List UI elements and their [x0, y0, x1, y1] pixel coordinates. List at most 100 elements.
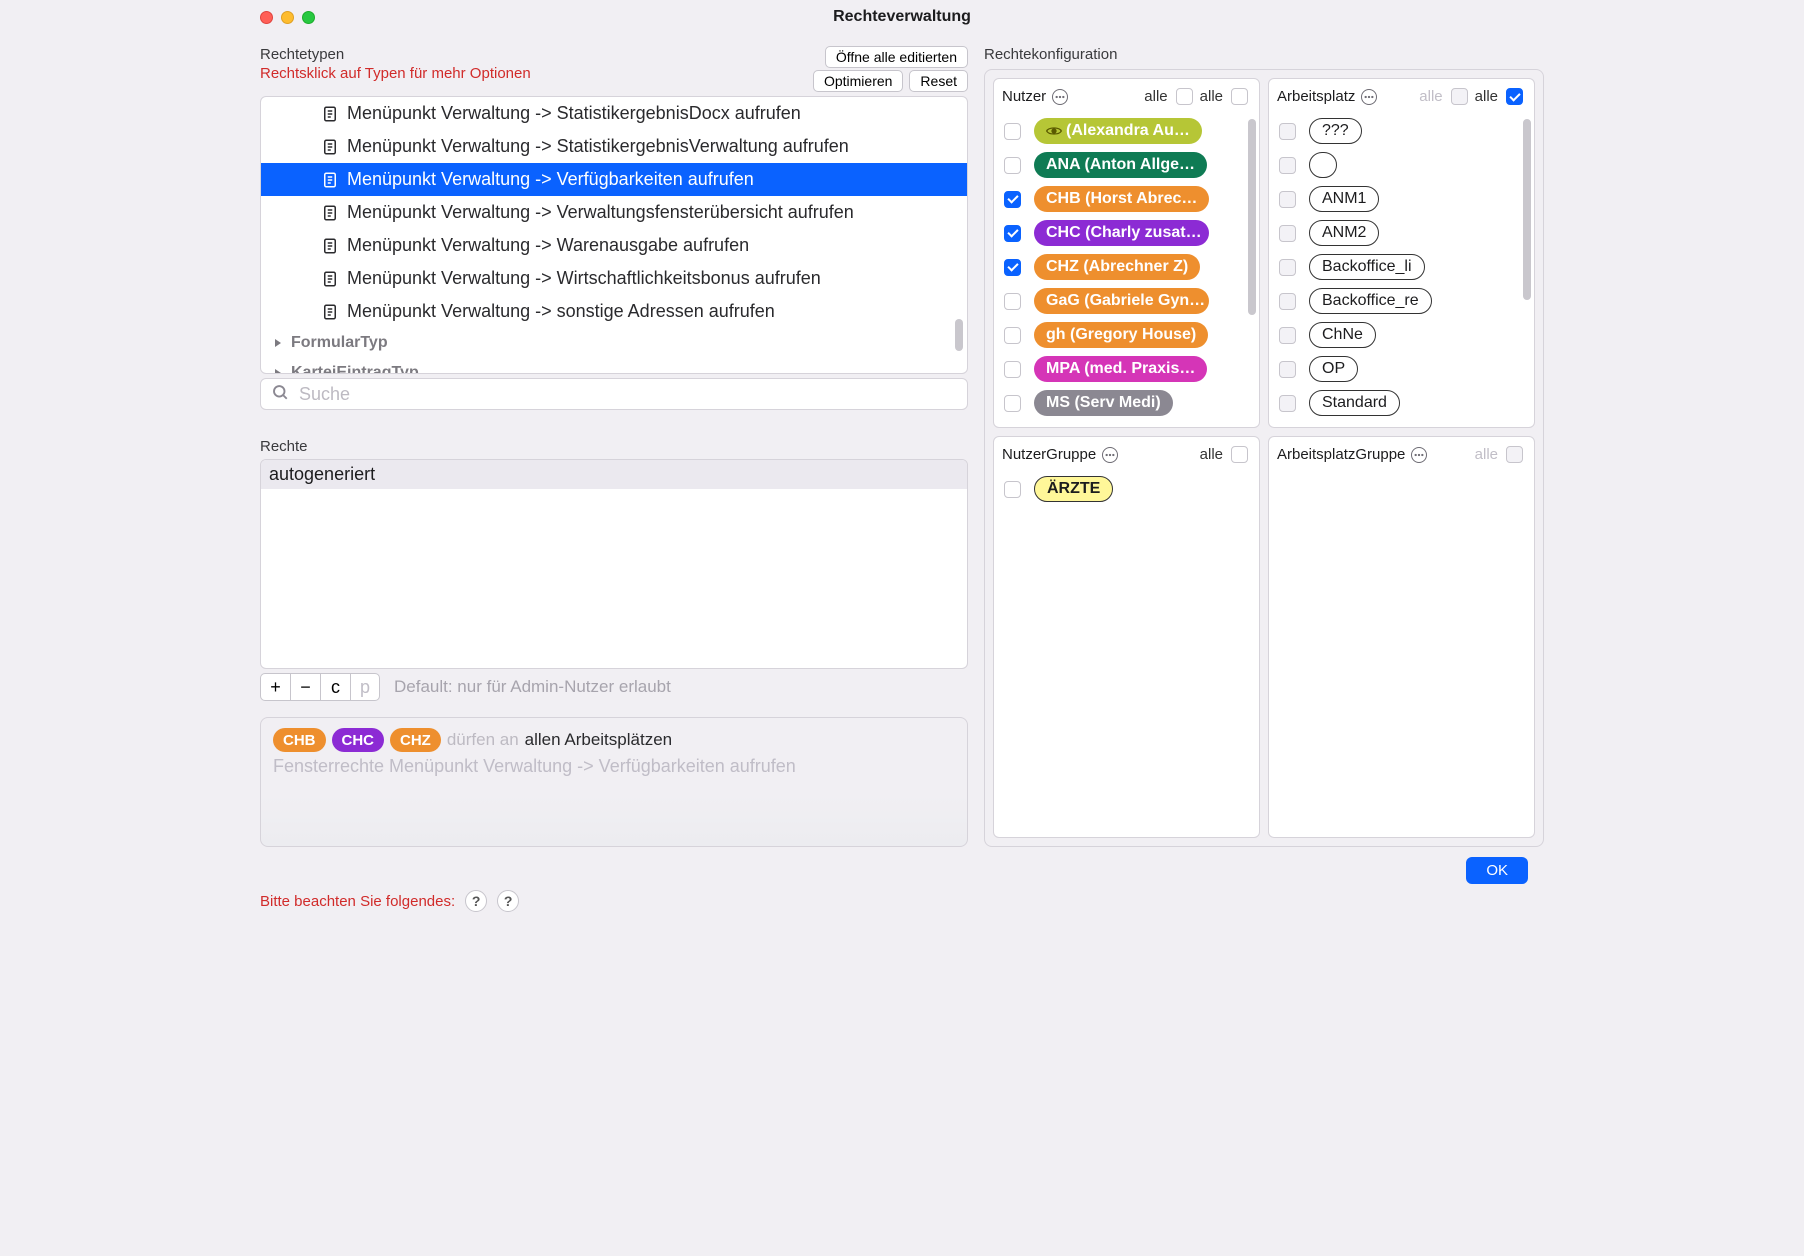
open-all-edited-button[interactable]: Öffne alle editierten: [825, 46, 968, 68]
tree-item[interactable]: Menüpunkt Verwaltung -> Statistikergebni…: [261, 97, 967, 130]
user-chip-label: GaG (Gabriele Gyn…: [1046, 292, 1205, 310]
item-checkbox[interactable]: [1004, 395, 1021, 412]
list-item[interactable]: ChNe: [1275, 318, 1528, 352]
workstation-all-checkbox-2[interactable]: [1506, 88, 1523, 105]
copy-right-button[interactable]: c: [320, 673, 350, 701]
list-item[interactable]: Backoffice_re: [1275, 284, 1528, 318]
eye-icon: [1046, 125, 1062, 137]
list-item[interactable]: Standard: [1275, 386, 1528, 420]
chevron-right-icon: [273, 338, 283, 348]
workstation-scrollbar[interactable]: [1523, 119, 1531, 421]
tree-item[interactable]: Menüpunkt Verwaltung -> Verwaltungsfenst…: [261, 196, 967, 229]
list-item[interactable]: gh (Gregory House): [1000, 318, 1253, 352]
list-item[interactable]: CHC (Charly zusat…: [1000, 216, 1253, 250]
list-item[interactable]: ÄRZTE: [1000, 472, 1253, 506]
reset-button[interactable]: Reset: [909, 70, 968, 92]
help-button-2[interactable]: ?: [497, 890, 519, 912]
document-icon: [321, 270, 339, 288]
item-checkbox[interactable]: [1004, 157, 1021, 174]
titlebar: Rechteverwaltung: [244, 0, 1560, 34]
tree-item[interactable]: Menüpunkt Verwaltung -> Wirtschaftlichke…: [261, 262, 967, 295]
tree-scrollbar[interactable]: [955, 103, 963, 367]
tree-item-label: Menüpunkt Verwaltung -> Statistikergebni…: [347, 136, 849, 157]
rights-label: Rechte: [260, 438, 968, 455]
rights-list[interactable]: autogeneriert: [260, 459, 968, 669]
tree-item[interactable]: Menüpunkt Verwaltung -> Verfügbarkeiten …: [261, 163, 967, 196]
item-checkbox[interactable]: [1004, 327, 1021, 344]
workstation-group-list[interactable]: [1269, 468, 1534, 837]
workstation-chip: ???: [1309, 118, 1362, 144]
user-group-list[interactable]: ÄRZTE: [994, 468, 1259, 837]
workstation-all-checkbox-1: [1451, 88, 1468, 105]
workstation-group-all-label: alle: [1475, 446, 1498, 463]
rights-types-label: Rechtetypen: [260, 46, 531, 63]
item-checkbox[interactable]: [1004, 481, 1021, 498]
user-all-checkbox-2[interactable]: [1231, 88, 1248, 105]
tree-group-label: FormularTyp: [291, 334, 388, 352]
item-checkbox[interactable]: [1004, 123, 1021, 140]
user-chip: MS (Serv Medi): [1034, 390, 1173, 416]
tree-item[interactable]: Menüpunkt Verwaltung -> sonstige Adresse…: [261, 295, 967, 328]
ok-button[interactable]: OK: [1466, 857, 1528, 884]
help-button-1[interactable]: ?: [465, 890, 487, 912]
search-input[interactable]: [297, 383, 957, 406]
more-icon[interactable]: [1361, 89, 1377, 105]
more-icon[interactable]: [1411, 447, 1427, 463]
item-checkbox[interactable]: [1004, 225, 1021, 242]
zoom-window-button[interactable]: [302, 11, 315, 24]
more-icon[interactable]: [1052, 89, 1068, 105]
tree-group[interactable]: FormularTyp: [261, 328, 967, 358]
item-checkbox[interactable]: [1004, 191, 1021, 208]
list-item[interactable]: ANM1: [1275, 182, 1528, 216]
user-scrollbar[interactable]: [1248, 119, 1256, 421]
more-icon[interactable]: [1102, 447, 1118, 463]
list-item[interactable]: CHZ (Abrechner Z): [1000, 250, 1253, 284]
list-item[interactable]: ANM2: [1275, 216, 1528, 250]
list-item[interactable]: Backoffice_li: [1275, 250, 1528, 284]
user-group-box-title: NutzerGruppe: [1002, 446, 1096, 463]
user-list[interactable]: (Alexandra Au… ANA (Anton Allge… CHB (Hors…: [994, 110, 1259, 427]
workstation-list[interactable]: ??? ANM1ANM2Backoffice_liBackoffice_reChN…: [1269, 110, 1534, 427]
tree-item-label: Menüpunkt Verwaltung -> Wirtschaftlichke…: [347, 268, 821, 289]
description-card: CHB CHC CHZ dürfen an allen Arbeitsplätz…: [260, 717, 968, 847]
optimize-button[interactable]: Optimieren: [813, 70, 903, 92]
list-item[interactable]: OP: [1275, 352, 1528, 386]
user-chip: CHZ: [390, 728, 441, 752]
item-checkbox[interactable]: [1004, 293, 1021, 310]
remove-right-button[interactable]: −: [290, 673, 320, 701]
tree-item[interactable]: Menüpunkt Verwaltung -> Statistikergebni…: [261, 130, 967, 163]
list-item[interactable]: MS (Serv Medi): [1000, 386, 1253, 420]
list-item[interactable]: ???: [1275, 114, 1528, 148]
list-item[interactable]: [1275, 148, 1528, 182]
tree-group[interactable]: KarteiEintragTyp: [261, 358, 967, 373]
add-right-button[interactable]: +: [260, 673, 290, 701]
workstation-group-all-checkbox: [1506, 446, 1523, 463]
footer: OK: [984, 847, 1544, 884]
paste-right-button[interactable]: p: [350, 673, 380, 701]
user-chip: ANA (Anton Allge…: [1034, 152, 1207, 178]
item-checkbox: [1279, 293, 1296, 310]
user-box-title: Nutzer: [1002, 88, 1046, 105]
item-checkbox: [1279, 395, 1296, 412]
list-item[interactable]: ANA (Anton Allge…: [1000, 148, 1253, 182]
user-chip-label: MPA (med. Praxis…: [1046, 360, 1195, 378]
item-checkbox[interactable]: [1004, 259, 1021, 276]
list-item[interactable]: GaG (Gabriele Gyn…: [1000, 284, 1253, 318]
list-item[interactable]: (Alexandra Au…: [1000, 114, 1253, 148]
workstation-group-box: ArbeitsplatzGruppe alle: [1268, 436, 1535, 838]
list-item[interactable]: MPA (med. Praxis…: [1000, 352, 1253, 386]
item-checkbox[interactable]: [1004, 361, 1021, 378]
rights-types-tree[interactable]: Menüpunkt Verwaltung -> Statistikergebni…: [260, 96, 968, 374]
workstation-chip: Standard: [1309, 390, 1400, 416]
rights-list-item[interactable]: autogeneriert: [261, 460, 967, 489]
user-chip: CHC (Charly zusat…: [1034, 220, 1209, 246]
tree-item[interactable]: Menüpunkt Verwaltung -> Warenausgabe auf…: [261, 229, 967, 262]
item-checkbox: [1279, 123, 1296, 140]
user-group-all-checkbox[interactable]: [1231, 446, 1248, 463]
user-all-checkbox-1[interactable]: [1176, 88, 1193, 105]
minimize-window-button[interactable]: [281, 11, 294, 24]
list-item[interactable]: CHB (Horst Abrec…: [1000, 182, 1253, 216]
document-icon: [321, 303, 339, 321]
user-chip: GaG (Gabriele Gyn…: [1034, 288, 1209, 314]
close-window-button[interactable]: [260, 11, 273, 24]
